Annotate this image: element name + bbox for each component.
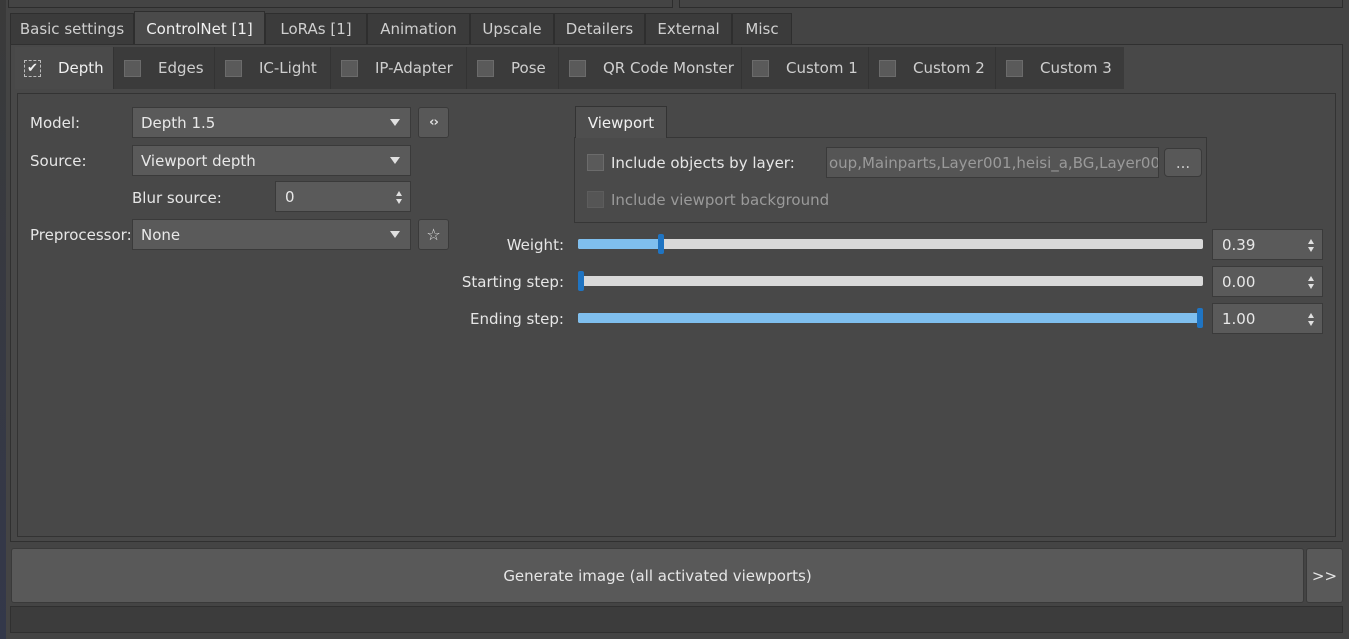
starting-step-spinbox[interactable]: 0.00 — [1212, 266, 1323, 297]
spin-down-icon[interactable] — [1308, 284, 1314, 289]
custom-3-enable-checkbox[interactable] — [1006, 59, 1023, 77]
model-label: Model: — [30, 114, 81, 132]
tab-basic-settings[interactable]: Basic settings — [10, 13, 134, 44]
preprocessor-dropdown[interactable]: None — [132, 219, 411, 250]
weight-label: Weight: — [506, 236, 564, 254]
include-background-checkbox[interactable] — [587, 191, 604, 208]
star-icon: ☆ — [426, 225, 441, 244]
ending-step-slider-handle[interactable] — [1197, 308, 1203, 328]
chevron-down-icon — [390, 231, 400, 238]
chevron-down-icon — [390, 157, 400, 164]
weight-slider-fill — [578, 239, 660, 249]
spin-up-icon[interactable] — [1308, 239, 1314, 244]
spin-up-icon[interactable] — [1308, 276, 1314, 281]
layers-input[interactable]: oup,Mainparts,Layer001,heisi_a,BG,Layer0… — [826, 147, 1159, 178]
ic-light-enable-checkbox[interactable] — [225, 59, 242, 77]
qr-code-monster-enable-checkbox[interactable] — [569, 59, 586, 77]
starting-step-slider-handle[interactable] — [578, 271, 584, 291]
depth-enable-checkbox[interactable]: ✔ — [24, 59, 41, 77]
tab-loras[interactable]: LoRAs [1] — [265, 13, 367, 44]
subtab-label: QR Code Monster — [603, 59, 734, 77]
window-edge — [0, 0, 6, 639]
blur-source-spinbox[interactable]: 0 — [275, 181, 411, 212]
pose-enable-checkbox[interactable] — [477, 59, 494, 77]
preprocessor-label: Preprocessor: — [30, 226, 132, 244]
ending-step-value: 1.00 — [1222, 309, 1256, 328]
subtab-depth[interactable]: ✔ Depth — [15, 47, 114, 89]
viewport-tab[interactable]: Viewport — [575, 106, 667, 138]
generate-image-button[interactable]: Generate image (all activated viewports) — [11, 548, 1304, 603]
subtab-label: Edges — [158, 59, 204, 77]
starting-step-value: 0.00 — [1222, 272, 1256, 291]
model-value: Depth 1.5 — [141, 113, 216, 132]
starting-step-label: Starting step: — [461, 273, 564, 291]
spin-up-icon[interactable] — [1308, 313, 1314, 318]
tab-animation[interactable]: Animation — [367, 13, 470, 44]
ip-adapter-enable-checkbox[interactable] — [341, 59, 358, 77]
tab-detailers[interactable]: Detailers — [554, 13, 645, 44]
subtab-label: Pose — [511, 59, 546, 77]
upper-panel-left — [8, 0, 673, 8]
subtab-custom-1[interactable]: Custom 1 — [742, 47, 869, 89]
source-label: Source: — [30, 152, 87, 170]
subtab-ip-adapter[interactable]: IP-Adapter — [331, 47, 467, 89]
subtab-label: IC-Light — [259, 59, 317, 77]
chevron-down-icon — [390, 119, 400, 126]
weight-value: 0.39 — [1222, 235, 1256, 254]
spin-down-icon[interactable] — [396, 199, 402, 204]
subtab-edges[interactable]: Edges — [114, 47, 215, 89]
ending-step-label: Ending step: — [470, 310, 564, 328]
subtab-label: Custom 3 — [1040, 59, 1112, 77]
spin-down-icon[interactable] — [1308, 247, 1314, 252]
layers-value: oup,Mainparts,Layer001,heisi_a,BG,Layer0… — [829, 153, 1159, 172]
subtab-label: Custom 1 — [786, 59, 858, 77]
status-bar — [10, 606, 1343, 633]
source-dropdown[interactable]: Viewport depth — [132, 145, 411, 176]
tab-misc[interactable]: Misc — [732, 13, 792, 44]
subtab-ic-light[interactable]: IC-Light — [215, 47, 331, 89]
custom-2-enable-checkbox[interactable] — [879, 59, 896, 77]
subtab-qr-code-monster[interactable]: QR Code Monster — [559, 47, 742, 89]
blur-source-value: 0 — [285, 187, 295, 206]
more-options-button[interactable]: >> — [1306, 548, 1343, 603]
subtab-pose[interactable]: Pose — [467, 47, 559, 89]
model-dropdown[interactable]: Depth 1.5 — [132, 107, 411, 138]
edges-enable-checkbox[interactable] — [124, 59, 141, 77]
subtab-custom-3[interactable]: Custom 3 — [996, 47, 1124, 89]
custom-1-enable-checkbox[interactable] — [752, 59, 769, 77]
refresh-models-button[interactable]: ‹› — [418, 107, 449, 138]
upper-panel-right — [679, 0, 1343, 8]
ending-step-slider[interactable] — [578, 313, 1203, 323]
spin-up-icon[interactable] — [396, 191, 402, 196]
source-value: Viewport depth — [141, 151, 256, 170]
include-layer-checkbox[interactable] — [587, 154, 604, 171]
browse-layers-button[interactable]: ... — [1164, 148, 1202, 177]
weight-slider-handle[interactable] — [658, 234, 665, 254]
favorite-preprocessor-button[interactable]: ☆ — [418, 219, 449, 250]
starting-step-slider[interactable] — [578, 276, 1203, 286]
ending-step-slider-fill — [578, 313, 1203, 323]
tab-external[interactable]: External — [645, 13, 732, 44]
include-background-label: Include viewport background — [611, 191, 830, 209]
preprocessor-value: None — [141, 225, 181, 244]
include-layer-label: Include objects by layer: — [611, 154, 795, 172]
spin-down-icon[interactable] — [1308, 321, 1314, 326]
weight-slider[interactable] — [578, 239, 1203, 249]
weight-spinbox[interactable]: 0.39 — [1212, 229, 1323, 260]
blur-source-label: Blur source: — [132, 189, 222, 207]
subtab-label: Depth — [58, 59, 104, 77]
refresh-icon: ‹› — [429, 115, 439, 130]
subtab-custom-2[interactable]: Custom 2 — [869, 47, 996, 89]
tab-controlnet[interactable]: ControlNet [1] — [134, 11, 265, 45]
ending-step-spinbox[interactable]: 1.00 — [1212, 303, 1323, 334]
tab-upscale[interactable]: Upscale — [470, 13, 554, 44]
subtab-label: IP-Adapter — [375, 59, 453, 77]
subtab-label: Custom 2 — [913, 59, 985, 77]
